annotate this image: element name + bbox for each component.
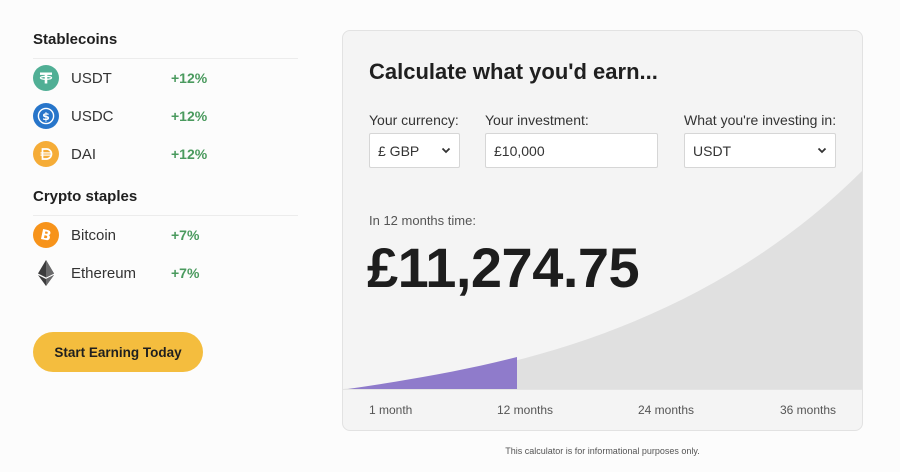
asset-rate: +12% [171,70,208,86]
asset-rate: +12% [171,108,208,124]
calculator-card: Calculate what you'd earn... Your curren… [342,30,863,431]
asset-name: USDC [71,107,114,125]
start-earning-button[interactable]: Start Earning Today [33,332,203,372]
calculator-title: Calculate what you'd earn... [369,59,658,84]
result-amount: £11,274.75 [367,236,640,299]
tick-label[interactable]: 24 months [638,403,694,417]
stablecoins-heading: Stablecoins [33,31,118,48]
chevron-down-icon [441,147,451,154]
asset-row-bitcoin[interactable]: B Bitcoin +7% [33,216,298,254]
currency-select[interactable]: £ GBP [369,133,460,168]
tick-label[interactable]: 1 month [369,403,412,417]
investment-label: Your investment: [485,112,589,128]
usdc-icon: $ [33,103,59,129]
asset-label: What you're investing in: [684,112,837,128]
disclaimer: This calculator is for informational pur… [505,446,700,456]
ethereum-icon [33,260,59,286]
asset-rate: +7% [171,265,200,281]
asset-row-ethereum[interactable]: Ethereum +7% [33,254,298,292]
svg-text:B: B [39,227,53,244]
tether-icon [33,65,59,91]
asset-row-usdt[interactable]: USDT +12% [33,59,298,97]
tick-label[interactable]: 36 months [780,403,836,417]
asset-value: USDT [693,142,732,159]
currency-label: Your currency: [369,112,459,128]
growth-highlight [348,357,517,389]
asset-select[interactable]: USDT [684,133,836,168]
asset-name: Bitcoin [71,226,117,244]
tick-label[interactable]: 12 months [497,403,553,417]
investment-input[interactable] [485,133,658,168]
bitcoin-icon: B [33,222,59,248]
asset-name: USDT [71,69,112,87]
dai-icon [33,141,59,167]
svg-text:$: $ [42,110,50,123]
asset-name: DAI [71,145,97,163]
timeline-axis [343,389,862,390]
asset-rate: +12% [171,146,208,162]
assets-panel: Stablecoins USDT +12% $ USDC +12% DAI +1… [33,30,298,292]
crypto-staples-heading: Crypto staples [33,188,138,205]
currency-value: £ GBP [378,142,420,159]
timeframe-label: In 12 months time: [369,213,476,228]
asset-name: Ethereum [71,264,137,282]
growth-chart [343,170,862,389]
asset-rate: +7% [171,227,200,243]
asset-row-dai[interactable]: DAI +12% [33,135,298,173]
asset-row-usdc[interactable]: $ USDC +12% [33,97,298,135]
chevron-down-icon [817,147,827,154]
